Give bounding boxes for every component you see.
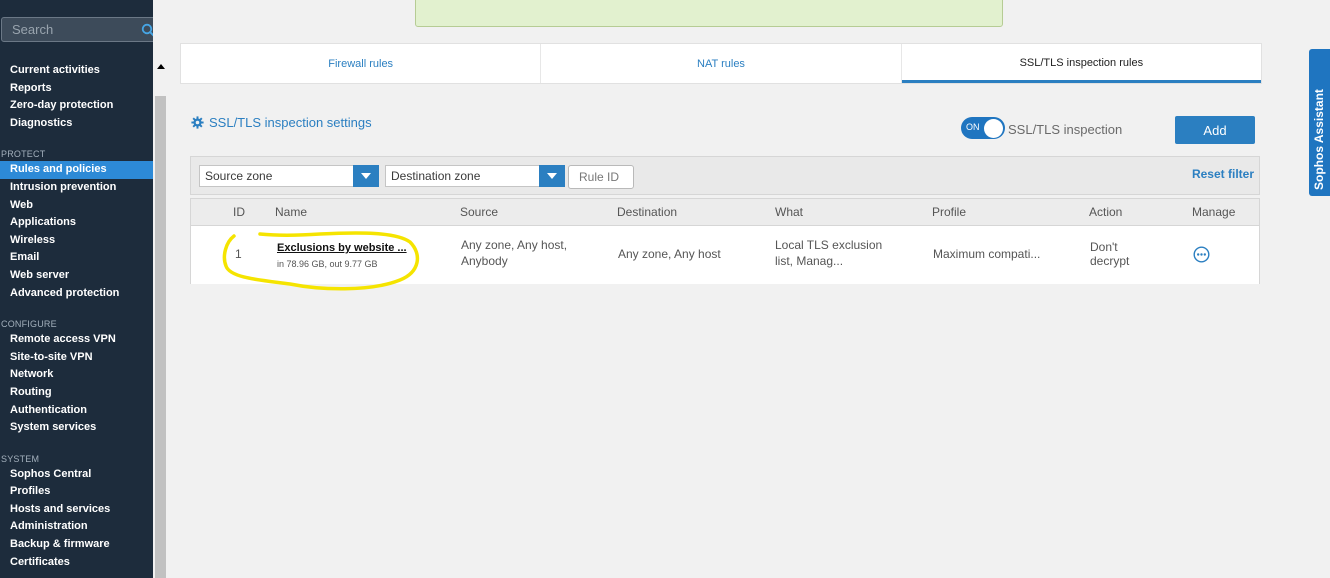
rule-tabs: Firewall rules NAT rules SSL/TLS inspect… bbox=[180, 43, 1262, 84]
ssl-tls-settings-link[interactable]: SSL/TLS inspection settings bbox=[191, 115, 372, 130]
rule-name-link[interactable]: Exclusions by website ... bbox=[277, 240, 407, 256]
sidebar-item-sophos-central[interactable]: Sophos Central bbox=[0, 466, 153, 484]
sidebar-item-email[interactable]: Email bbox=[0, 249, 153, 267]
sidebar-item-administration[interactable]: Administration bbox=[0, 518, 153, 536]
header-profile[interactable]: Profile bbox=[932, 205, 966, 219]
rules-table: ID Name Source Destination What Profile … bbox=[190, 198, 1260, 284]
chevron-down-icon[interactable] bbox=[539, 165, 565, 187]
what-line-1: Local TLS exclusion bbox=[775, 238, 883, 252]
rule-id-input[interactable] bbox=[568, 165, 634, 189]
header-destination[interactable]: Destination bbox=[617, 205, 677, 219]
section-system: SYSTEM bbox=[1, 453, 40, 464]
scroll-thumb[interactable] bbox=[155, 96, 166, 578]
settings-link-label: SSL/TLS inspection settings bbox=[209, 115, 372, 130]
sidebar-item-certificates[interactable]: Certificates bbox=[0, 554, 153, 572]
ssl-tls-inspection-toggle[interactable]: ON bbox=[961, 117, 1005, 139]
rule-action: Don't decrypt bbox=[1090, 240, 1129, 268]
rule-id: 1 bbox=[235, 247, 242, 261]
rule-profile: Maximum compati... bbox=[933, 247, 1041, 261]
tab-nat-rules[interactable]: NAT rules bbox=[541, 44, 902, 83]
sidebar-item-backup-firmware[interactable]: Backup & firmware bbox=[0, 536, 153, 554]
sidebar-item-routing[interactable]: Routing bbox=[0, 384, 153, 402]
source-zone-select[interactable]: Source zone bbox=[199, 165, 379, 187]
header-what[interactable]: What bbox=[775, 205, 803, 219]
sidebar-item-authentication[interactable]: Authentication bbox=[0, 402, 153, 420]
destination-zone-value: Destination zone bbox=[391, 169, 481, 183]
toggle-label: SSL/TLS inspection bbox=[1008, 122, 1123, 137]
toggle-knob bbox=[984, 119, 1003, 138]
rule-source: Any zone, Any host, Anybody bbox=[461, 237, 567, 269]
sidebar-item-intrusion-prevention[interactable]: Intrusion prevention bbox=[0, 179, 153, 197]
header-id[interactable]: ID bbox=[233, 205, 245, 219]
sidebar-item-applications[interactable]: Applications bbox=[0, 214, 153, 232]
sidebar-scrollbar[interactable] bbox=[153, 56, 168, 578]
scroll-up-arrow-icon[interactable] bbox=[153, 56, 168, 76]
header-name[interactable]: Name bbox=[275, 205, 307, 219]
sidebar-item-rules-and-policies[interactable]: Rules and policies bbox=[0, 161, 153, 179]
source-line-2: Anybody bbox=[461, 254, 508, 268]
section-protect: PROTECT bbox=[1, 149, 46, 160]
header-source[interactable]: Source bbox=[460, 205, 498, 219]
sophos-assistant-tab[interactable]: Sophos Assistant bbox=[1309, 49, 1330, 196]
toggle-state-label: ON bbox=[966, 122, 980, 132]
add-button[interactable]: Add bbox=[1175, 116, 1255, 144]
sidebar-item-web[interactable]: Web bbox=[0, 197, 153, 215]
destination-zone-select[interactable]: Destination zone bbox=[385, 165, 565, 187]
sidebar-item-site-to-site-vpn[interactable]: Site-to-site VPN bbox=[0, 349, 153, 367]
sidebar-item-profiles[interactable]: Profiles bbox=[0, 483, 153, 501]
table-header: ID Name Source Destination What Profile … bbox=[191, 199, 1259, 226]
filter-bar: Source zone Destination zone Reset filte… bbox=[190, 156, 1260, 195]
header-manage: Manage bbox=[1192, 205, 1236, 219]
header-action[interactable]: Action bbox=[1089, 205, 1122, 219]
sidebar-item-reports[interactable]: Reports bbox=[0, 80, 153, 98]
sidebar-item-network[interactable]: Network bbox=[0, 366, 153, 384]
sidebar-item-advanced-protection[interactable]: Advanced protection bbox=[0, 285, 153, 303]
rule-traffic: in 78.96 GB, out 9.77 GB bbox=[277, 259, 378, 269]
sidebar-item-system-services[interactable]: System services bbox=[0, 419, 153, 437]
table-row[interactable]: 1 Exclusions by website ... in 78.96 GB,… bbox=[191, 226, 1259, 284]
reset-filter-link[interactable]: Reset filter bbox=[1192, 167, 1254, 181]
action-line-1: Don't bbox=[1090, 240, 1118, 254]
sidebar-item-hosts-and-services[interactable]: Hosts and services bbox=[0, 501, 153, 519]
sidebar-item-diagnostics[interactable]: Diagnostics bbox=[0, 115, 153, 133]
chevron-down-icon[interactable] bbox=[353, 165, 379, 187]
sidebar-item-web-server[interactable]: Web server bbox=[0, 267, 153, 285]
sidebar-item-wireless[interactable]: Wireless bbox=[0, 232, 153, 250]
search-input[interactable] bbox=[1, 17, 153, 42]
sidebar-nav: Current activities Reports Zero-day prot… bbox=[0, 62, 153, 571]
tab-firewall-rules[interactable]: Firewall rules bbox=[181, 44, 542, 83]
rule-what: Local TLS exclusion list, Manag... bbox=[775, 237, 882, 269]
what-line-2: list, Manag... bbox=[775, 254, 844, 268]
search-box bbox=[0, 17, 153, 42]
source-line-1: Any zone, Any host, bbox=[461, 238, 568, 252]
more-options-icon[interactable] bbox=[1193, 246, 1210, 263]
gear-icon bbox=[191, 116, 204, 129]
rule-destination: Any zone, Any host bbox=[618, 247, 721, 261]
sidebar-item-zero-day-protection[interactable]: Zero-day protection bbox=[0, 97, 153, 115]
tab-ssl-tls-inspection-rules[interactable]: SSL/TLS inspection rules bbox=[901, 44, 1261, 83]
sidebar-item-remote-access-vpn[interactable]: Remote access VPN bbox=[0, 331, 153, 349]
rule-name-cell: Exclusions by website ... in 78.96 GB, o… bbox=[277, 240, 407, 272]
sidebar: Current activities Reports Zero-day prot… bbox=[0, 0, 153, 578]
notification-banner bbox=[415, 0, 1003, 27]
sidebar-item-current-activities[interactable]: Current activities bbox=[0, 62, 153, 80]
search-icon[interactable] bbox=[141, 23, 153, 37]
action-line-2: decrypt bbox=[1090, 254, 1130, 268]
source-zone-value: Source zone bbox=[205, 169, 273, 183]
section-configure: CONFIGURE bbox=[1, 319, 57, 330]
assistant-label: Sophos Assistant bbox=[1312, 89, 1326, 190]
